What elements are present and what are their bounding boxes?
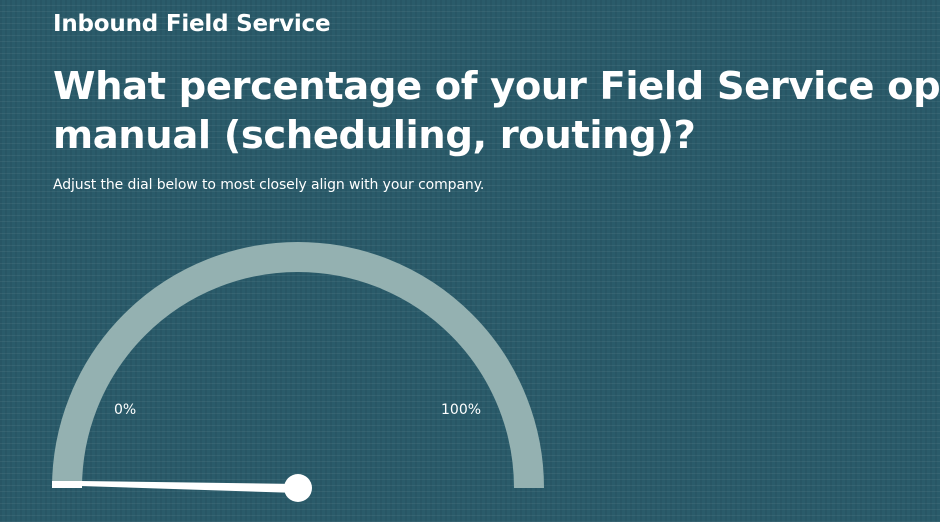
dial-fill-marker — [52, 481, 82, 488]
dial-needle — [80, 481, 298, 493]
dial-track — [52, 242, 544, 489]
dial-max-label: 100% — [441, 402, 482, 418]
dial-min-label: 0% — [114, 402, 137, 418]
dial-knob[interactable] — [284, 474, 312, 502]
percentage-dial[interactable] — [0, 0, 940, 522]
